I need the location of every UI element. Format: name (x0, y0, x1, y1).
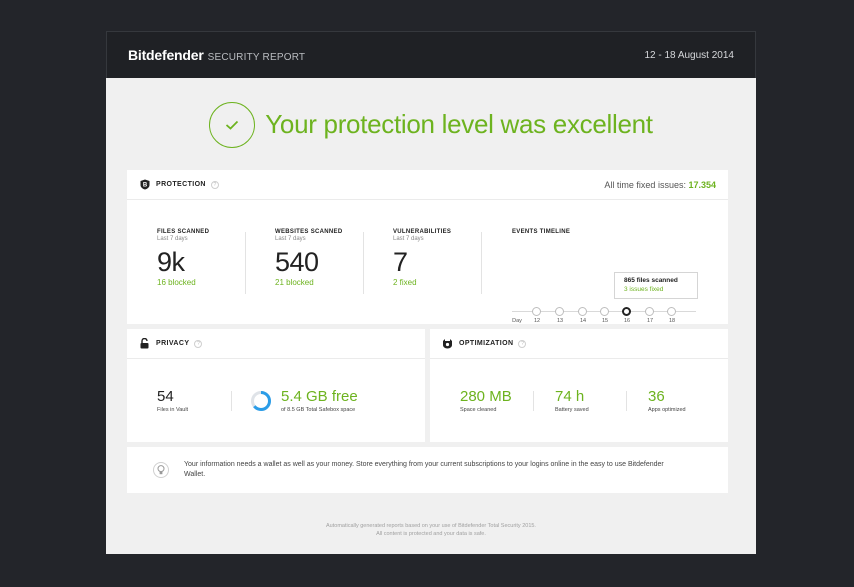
opt-value: 74 h (555, 388, 585, 405)
help-icon[interactable]: ? (518, 339, 527, 348)
opt-value: 36 (648, 388, 665, 405)
opt-label: Apps optimized (648, 407, 686, 413)
stat-sub: Last 7 days (275, 236, 306, 242)
stat-sub: Last 7 days (393, 236, 424, 242)
hero: Your protection level was excellent (106, 78, 756, 171)
stat-note: 21 blocked (275, 278, 314, 287)
timeline-tooltip: 865 files scanned 3 issues fixed (614, 272, 698, 299)
divider (626, 391, 627, 411)
protection-title: PROTECTION (156, 181, 206, 188)
apps-optimized-stat: 36 Apps optimized (648, 388, 686, 414)
stat-label: VULNERABILITIES (393, 229, 452, 235)
svg-text:B: B (142, 183, 147, 189)
files-scanned-stat: FILES SCANNED Last 7 days 9k 16 blocked (139, 200, 257, 324)
privacy-header: PRIVACY ? (127, 329, 425, 359)
footer-line-2: All content is protected and your data i… (376, 531, 486, 537)
protection-card: B PROTECTION ? All time fixed issues: 17… (127, 170, 728, 324)
timeline-dot-13[interactable] (555, 307, 564, 316)
lock-icon (139, 338, 150, 349)
divider (533, 391, 534, 411)
fixed-value: 17.354 (688, 179, 716, 190)
stat-value: 540 (275, 247, 319, 277)
optimization-header: OPTIMIZATION ? (430, 329, 728, 359)
fixed-label: All time fixed issues: (604, 179, 686, 190)
timeline-dot-14[interactable] (578, 307, 587, 316)
timeline-day: 17 (646, 318, 654, 324)
timeline-label: EVENTS TIMELINE (512, 229, 571, 235)
optimization-card: OPTIMIZATION ? 280 MB Space cleaned 74 h… (430, 329, 728, 442)
timeline-day: 15 (601, 318, 609, 324)
opt-value: 280 MB (460, 388, 512, 405)
vault-count: 54 (157, 388, 174, 405)
space-free: 5.4 GB free (281, 388, 358, 405)
stat-value: 7 (393, 247, 408, 277)
help-icon[interactable]: ? (210, 180, 219, 189)
stat-value: 9k (157, 247, 185, 277)
timeline-dot-12[interactable] (532, 307, 541, 316)
space-total: of 8.5 GB Total Safebox space (281, 407, 356, 413)
stat-label: FILES SCANNED (157, 229, 210, 235)
stat-note: 2 fixed (393, 278, 417, 287)
timeline-dot-17[interactable] (645, 307, 654, 316)
report-footer: Automatically generated reports based on… (106, 522, 756, 538)
space-cleaned-stat: 280 MB Space cleaned (460, 388, 512, 414)
privacy-title: PRIVACY (156, 340, 190, 347)
opt-label: Space cleaned (460, 407, 497, 413)
wallet-text: Your information needs a wallet as well … (184, 461, 664, 478)
battery-saved-stat: 74 h Battery saved (555, 388, 589, 414)
timeline-day: 14 (579, 318, 587, 324)
security-report: Bitdefender SECURITY REPORT 12 - 18 Augu… (106, 31, 756, 554)
timeline-dot-15[interactable] (600, 307, 609, 316)
websites-scanned-stat: WEBSITES SCANNED Last 7 days 540 21 bloc… (257, 200, 375, 324)
shield-icon: B (139, 179, 150, 190)
opt-label: Battery saved (555, 407, 589, 413)
timeline-day: 12 (533, 318, 541, 324)
divider (481, 232, 482, 294)
hero-title: Your protection level was excellent (265, 109, 653, 139)
events-timeline: EVENTS TIMELINE 865 files scanned 3 issu… (512, 200, 722, 324)
timeline-dot-16[interactable] (622, 307, 631, 316)
brand-logo: Bitdefender (128, 47, 204, 63)
rocket-icon (442, 338, 453, 349)
divider (231, 391, 232, 411)
tooltip-files: 865 files scanned (624, 277, 678, 284)
tooltip-issues: 3 issues fixed (624, 286, 664, 293)
divider (245, 232, 246, 294)
footer-line-1: Automatically generated reports based on… (326, 523, 536, 529)
timeline-day: 13 (556, 318, 564, 324)
timeline-axis-label: Day (512, 318, 522, 324)
privacy-card: PRIVACY ? 54 Files in Vault 5.4 GB free … (127, 329, 425, 442)
wallet-tip: Your information needs a wallet as well … (127, 447, 728, 493)
stat-sub: Last 7 days (157, 236, 188, 242)
stat-label: WEBSITES SCANNED (275, 229, 343, 235)
files-in-vault: 54 Files in Vault (157, 388, 189, 414)
safebox-ring (250, 390, 272, 412)
brand: Bitdefender SECURITY REPORT (128, 47, 305, 63)
check-icon (209, 101, 256, 148)
all-time-fixed: All time fixed issues: 17.354 (604, 180, 716, 190)
date-range: 12 - 18 August 2014 (644, 49, 734, 61)
protection-header: B PROTECTION ? All time fixed issues: 17… (127, 170, 728, 200)
lightbulb-icon (153, 462, 169, 478)
help-icon[interactable]: ? (194, 339, 203, 348)
vulnerabilities-stat: VULNERABILITIES Last 7 days 7 2 fixed (375, 200, 493, 324)
stat-note: 16 blocked (157, 278, 196, 287)
safebox-space: 5.4 GB free of 8.5 GB Total Safebox spac… (281, 388, 358, 414)
report-subtitle: SECURITY REPORT (207, 52, 306, 63)
optimization-title: OPTIMIZATION (459, 340, 514, 347)
divider (363, 232, 364, 294)
vault-label: Files in Vault (157, 407, 189, 413)
timeline-dot-18[interactable] (667, 307, 676, 316)
timeline-day: 18 (668, 318, 676, 324)
report-header: Bitdefender SECURITY REPORT 12 - 18 Augu… (106, 31, 756, 78)
timeline-day: 16 (623, 318, 631, 324)
